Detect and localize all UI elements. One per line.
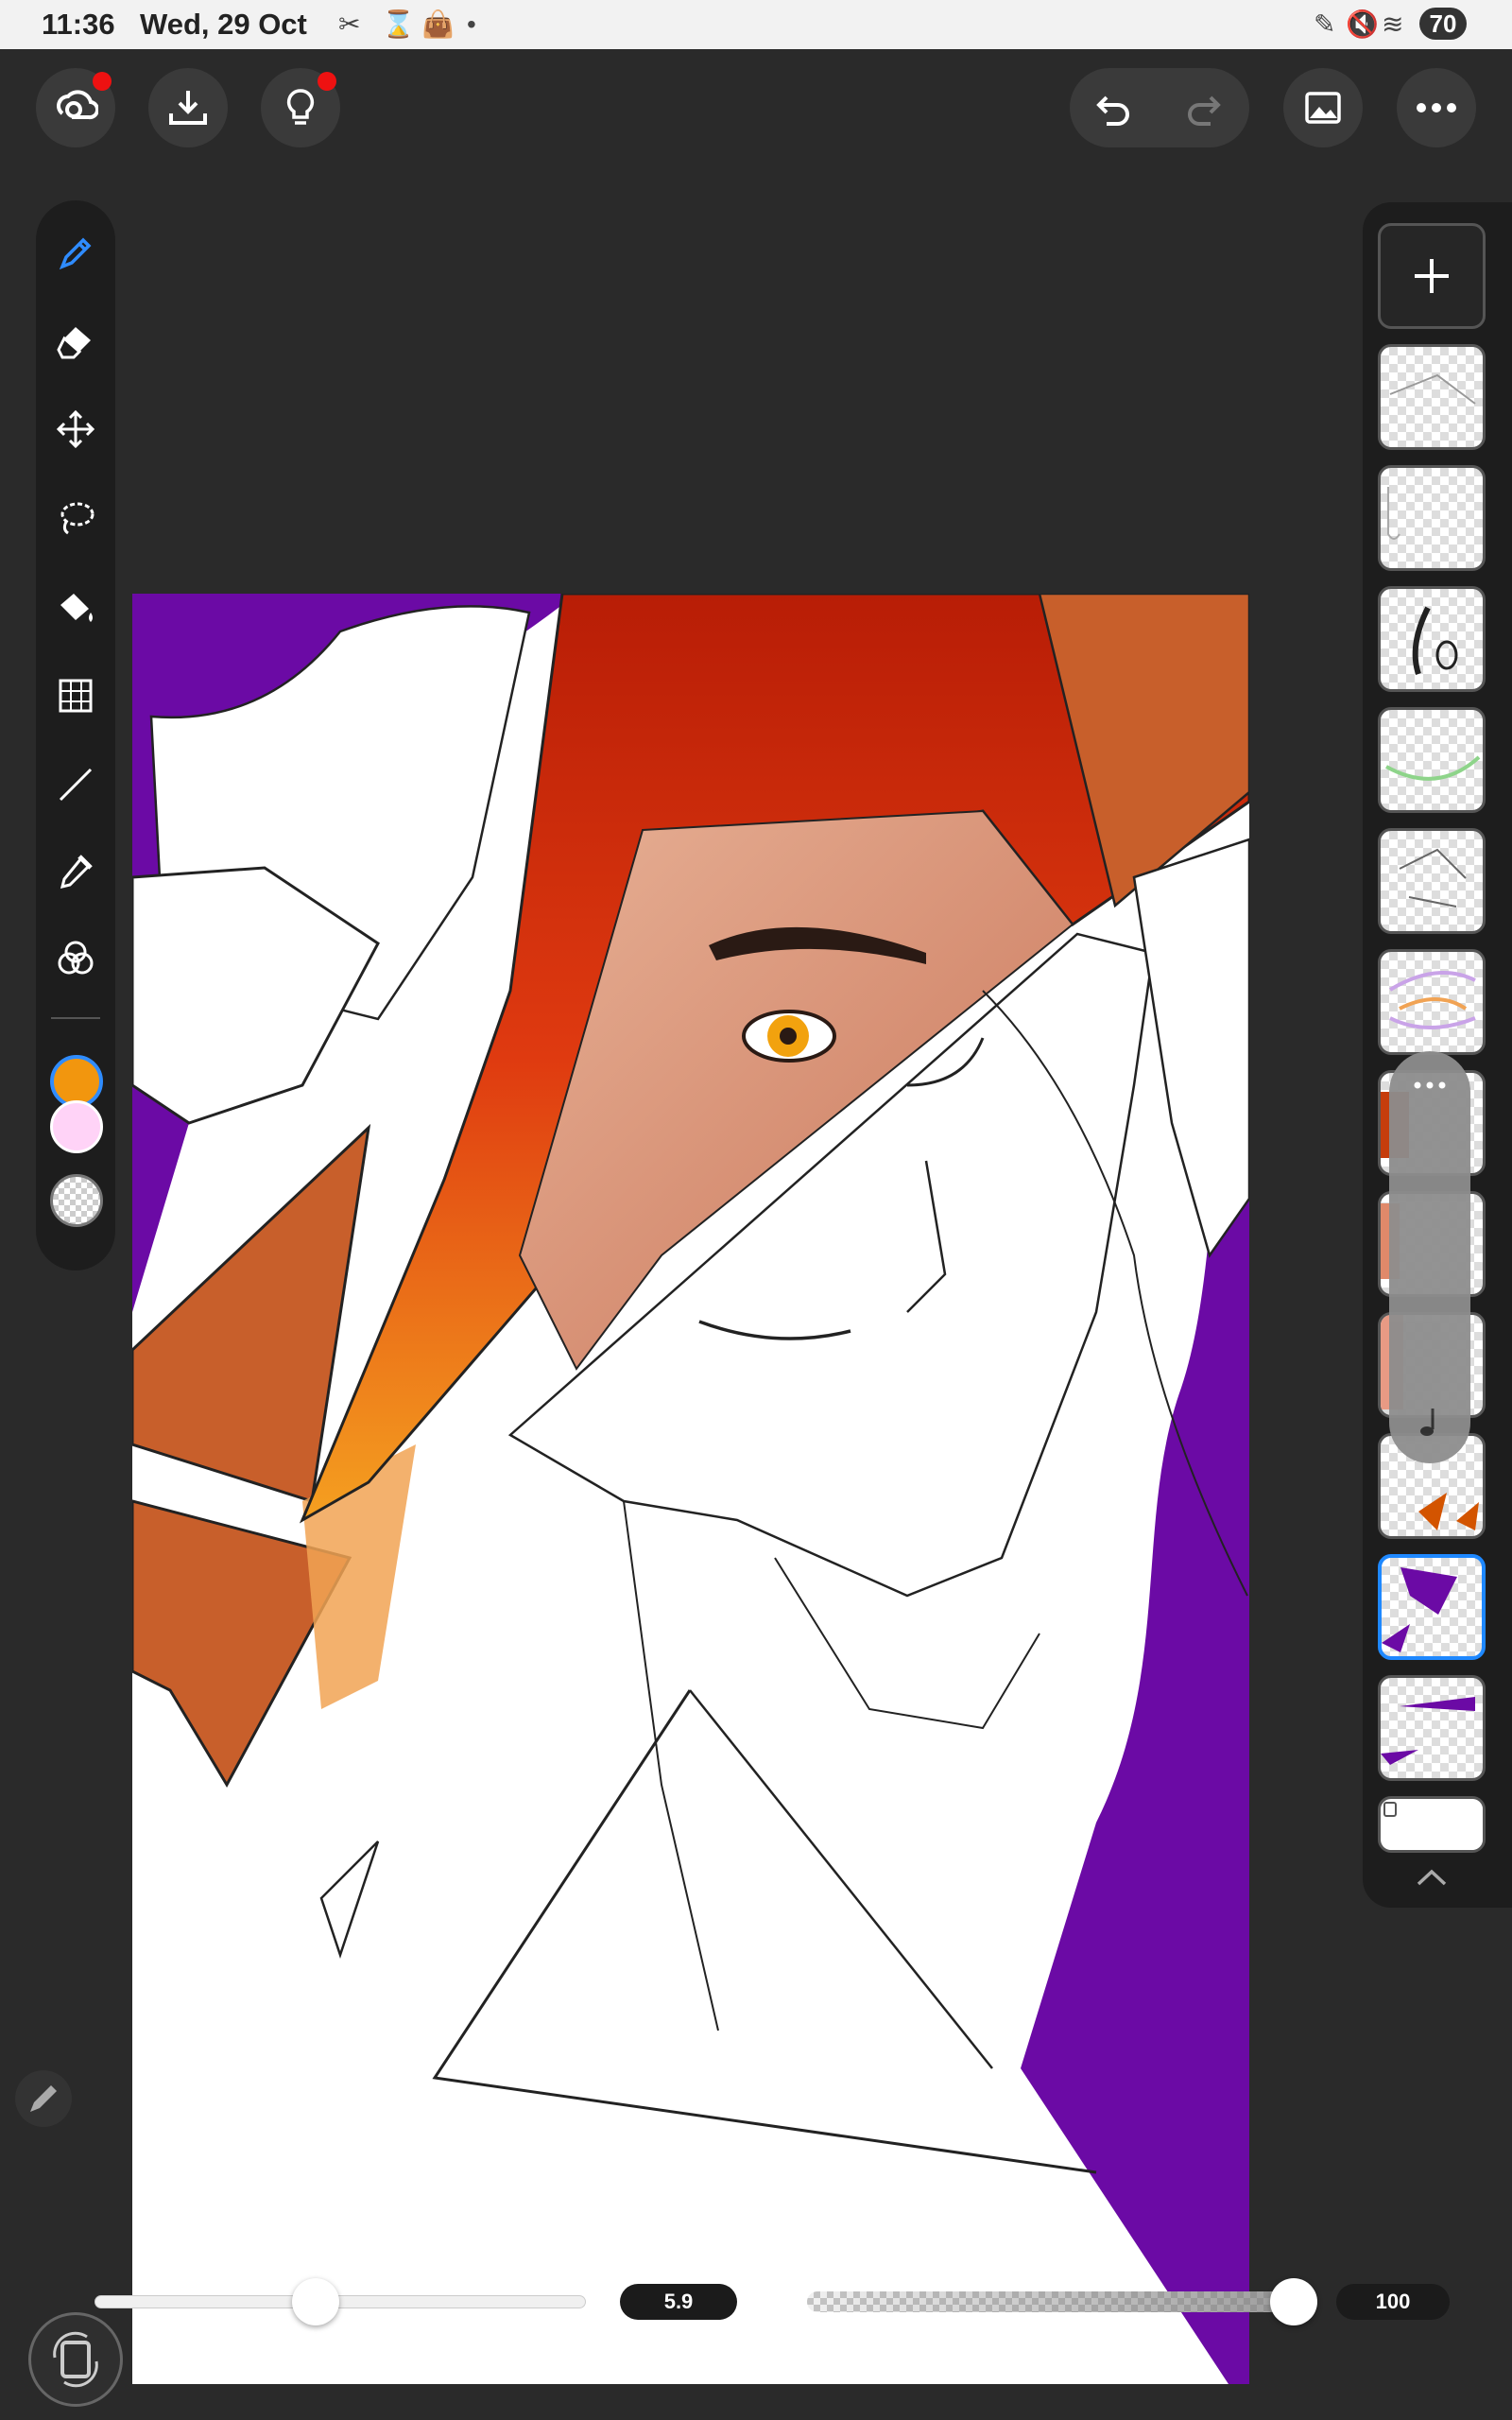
transform-tool[interactable] (47, 667, 104, 724)
shopping-bag-icon: 👜 (421, 9, 455, 39)
notification-dot (318, 72, 336, 91)
battery-indicator: 70 (1419, 8, 1467, 40)
fill-icon (60, 594, 93, 622)
pen-tool[interactable] (47, 225, 104, 282)
artwork (132, 594, 1249, 2384)
chevron-up-icon (1417, 1869, 1447, 1886)
mute-icon: 🔇 (1346, 9, 1379, 39)
history-controls (1070, 68, 1249, 147)
redo-icon (1188, 95, 1221, 126)
layer-thumbnail[interactable] (1378, 465, 1486, 571)
background-layer[interactable] (1378, 1796, 1486, 1853)
transparent-color-swatch[interactable] (50, 1174, 103, 1227)
layer-thumbnail[interactable] (1378, 828, 1486, 934)
edit-brush-button[interactable] (15, 2070, 72, 2127)
add-layer-button[interactable] (1378, 223, 1486, 329)
pen-icon (59, 237, 92, 270)
lasso-tool[interactable] (47, 490, 104, 546)
layer-thumbnail[interactable] (1378, 949, 1486, 1055)
layer-thumbnail[interactable] (1378, 344, 1486, 450)
redo-button[interactable] (1181, 85, 1228, 132)
move-icon (56, 409, 95, 449)
line-icon (59, 768, 93, 802)
fill-tool[interactable] (47, 579, 104, 635)
undo-button[interactable] (1089, 85, 1136, 132)
creative-cloud-icon (57, 90, 98, 120)
eyedropper-tool[interactable] (47, 843, 104, 900)
import-button[interactable] (148, 68, 228, 147)
import-icon (169, 91, 207, 125)
pencil-icon (30, 2085, 57, 2112)
more-icon (1417, 103, 1456, 112)
plus-icon (1415, 259, 1449, 293)
grid-transform-icon (59, 679, 93, 713)
dot-icon: • (467, 9, 476, 39)
more-icon (1414, 1081, 1446, 1089)
opacity-slider[interactable] (807, 2291, 1308, 2312)
opacity-value: 100 (1336, 2284, 1450, 2320)
wifi-icon: ≋ (1382, 9, 1404, 39)
timer-icon: ⌛ (382, 9, 415, 39)
status-date: Wed, 29 Oct (140, 8, 307, 41)
tools-panel (36, 200, 115, 1270)
brush-size-slider[interactable] (94, 2295, 586, 2308)
stylus-icon: ✎ (1314, 9, 1336, 39)
tools-icon: ✂ (338, 9, 361, 39)
layer-thumbnail[interactable] (1378, 1675, 1486, 1781)
color-blend-icon (58, 941, 94, 975)
collapse-layers-button[interactable] (1408, 1858, 1455, 1896)
line-tool[interactable] (47, 756, 104, 813)
layer-thumbnail[interactable] (1378, 707, 1486, 813)
tips-button[interactable] (261, 68, 340, 147)
eraser-tool[interactable] (47, 314, 104, 371)
creative-cloud-button[interactable] (36, 68, 115, 147)
lightbulb-icon (286, 89, 315, 125)
drawing-canvas[interactable] (132, 594, 1249, 2384)
undo-icon (1096, 95, 1129, 126)
rotate-canvas-button[interactable] (28, 2312, 123, 2407)
status-bar: 11:36 Wed, 29 Oct ✂ ⌛ 👜 • ✎ 🔇 ≋ 70 (0, 0, 1512, 49)
music-note-icon (1420, 1409, 1435, 1436)
brush-size-value: 5.9 (620, 2284, 737, 2320)
opacity-fill (807, 2291, 1308, 2312)
tools-divider (51, 1017, 100, 1019)
rotate-icon (53, 2331, 98, 2388)
status-time: 11:36 (42, 8, 115, 41)
secondary-color-swatch[interactable] (50, 1100, 103, 1153)
layer-thumbnail-selected[interactable] (1378, 1554, 1486, 1660)
layer-thumbnail[interactable] (1378, 586, 1486, 692)
opacity-knob[interactable] (1270, 2278, 1317, 2325)
move-tool[interactable] (47, 401, 104, 458)
more-options-button[interactable] (1397, 68, 1476, 147)
eraser-icon (57, 327, 91, 359)
lasso-icon (60, 502, 94, 535)
brush-size-knob[interactable] (292, 2278, 339, 2325)
reference-image-button[interactable] (1283, 68, 1363, 147)
layer-scroll-handle[interactable] (1389, 1051, 1470, 1463)
notification-dot (93, 72, 112, 91)
eyedropper-icon (60, 855, 93, 890)
image-icon (1305, 92, 1341, 124)
color-blend-tool[interactable] (47, 930, 104, 987)
